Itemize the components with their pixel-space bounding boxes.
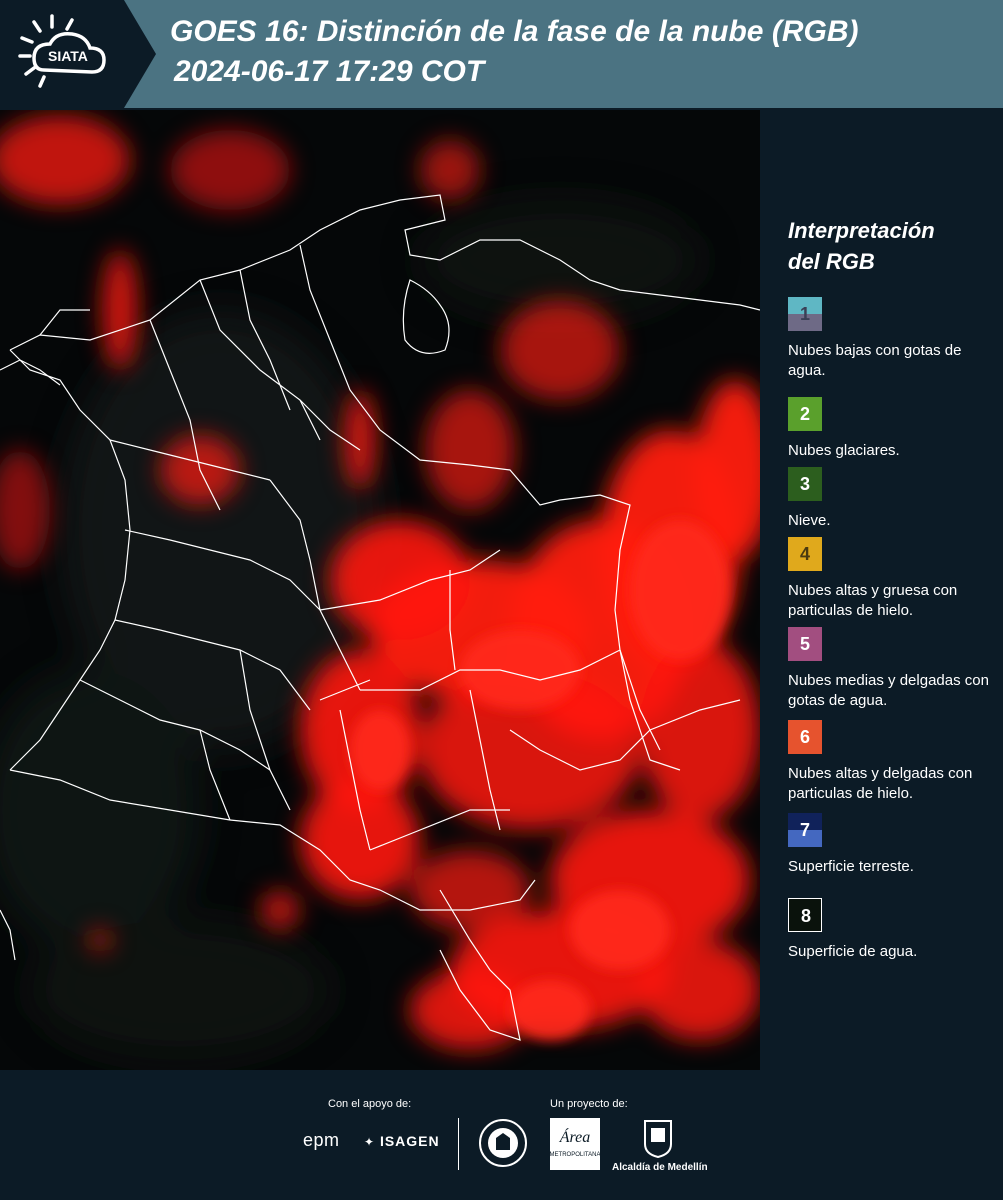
legend-number: 3 (799, 474, 810, 494)
legend-number: 7 (799, 820, 810, 840)
legend-number: 1 (799, 304, 810, 324)
svg-text:METROPOLITANA: METROPOLITANA (550, 1152, 600, 1158)
map-canvas (0, 110, 760, 1070)
legend-swatch: 4 (788, 537, 822, 571)
svg-text:Área: Área (559, 1127, 591, 1146)
legend-panel: Interpretación del RGB 1 Nubes bajas con … (788, 215, 998, 960)
isagen-logo-text: ISAGEN (379, 1133, 440, 1149)
legend-title-line1: Interpretación (788, 218, 935, 243)
image-datetime: 2024-06-17 17:29 COT (174, 55, 485, 88)
legend-label: Nubes bajas con gotas de agua. (788, 342, 962, 379)
logo-text: SIATA (48, 48, 88, 64)
header-bar: SIATA GOES 16: Distinción de la fase de … (0, 0, 1003, 108)
legend-swatch: 1 (788, 297, 822, 331)
footer-divider (458, 1118, 459, 1170)
medellin-university-seal-icon (479, 1119, 527, 1167)
legend-number: 8 (800, 906, 811, 926)
legend-swatch: 8 (788, 898, 822, 932)
alcaldia-label: Alcaldía de Medellín (612, 1162, 708, 1173)
page-title: GOES 16: Distinción de la fase de la nub… (170, 15, 859, 48)
legend-swatch: 3 (788, 467, 822, 501)
isagen-logo: ✦ ISAGEN (364, 1133, 440, 1149)
epm-logo: epm (303, 1130, 340, 1150)
legend-label: Superficie de agua. (788, 943, 918, 960)
footer: Con el apoyo de: Un proyecto de: epm ✦ I… (0, 1070, 1003, 1200)
isagen-mark-icon: ✦ (364, 1135, 376, 1149)
legend-number: 2 (799, 404, 810, 424)
legend-title: Interpretación del RGB (788, 215, 998, 277)
legend-label: Nieve. (788, 512, 831, 529)
legend-label: Nubes altas y gruesa con particulas de h… (788, 582, 958, 619)
support-label: Con el apoyo de: (328, 1098, 412, 1110)
area-metropolitana-logo-icon: Área METROPOLITANA (550, 1118, 600, 1170)
alcaldia-shield-icon (644, 1120, 672, 1158)
project-label: Un proyecto de: (550, 1098, 628, 1110)
legend-label: Superficie terreste. (788, 858, 914, 875)
legend-number: 4 (799, 544, 810, 564)
satellite-map (0, 110, 760, 1070)
legend-swatch: 2 (788, 397, 822, 431)
legend-title-line2: del RGB (788, 249, 875, 274)
legend-label: Nubes medias y delgadas con gotas de agu… (788, 672, 989, 709)
legend-number: 5 (799, 634, 810, 654)
legend-number: 6 (799, 727, 810, 747)
legend-label: Nubes glaciares. (788, 442, 900, 459)
legend-swatch: 5 (788, 627, 822, 661)
legend-swatch: 7 (788, 813, 822, 847)
legend-label: Nubes altas y delgadas con particulas de… (788, 765, 973, 802)
legend-swatch: 6 (788, 720, 822, 754)
